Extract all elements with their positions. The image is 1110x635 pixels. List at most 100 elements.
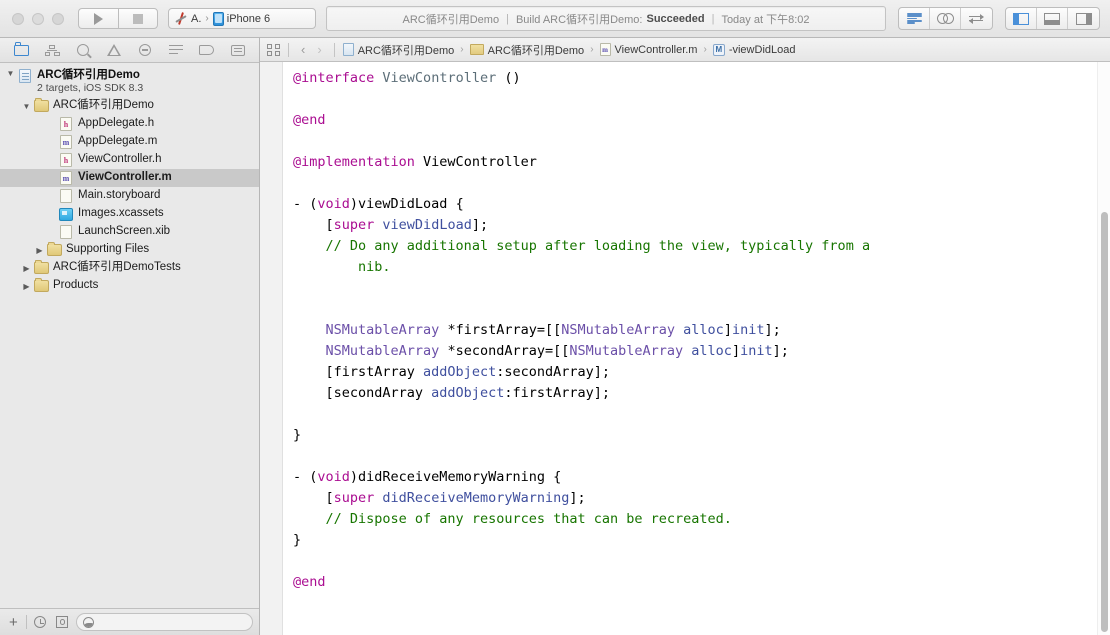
divider	[288, 42, 289, 57]
folder-icon	[46, 242, 62, 256]
filter-square-icon	[56, 616, 69, 628]
debug-area-toggle-button[interactable]	[1037, 8, 1068, 29]
utilities-toggle-button[interactable]	[1068, 8, 1099, 29]
navigator-toggle-button[interactable]	[1006, 8, 1037, 29]
standard-editor-button[interactable]	[899, 8, 930, 29]
vertical-scrollbar-thumb[interactable]	[1101, 212, 1108, 632]
traffic-lights	[12, 12, 64, 25]
tree-row[interactable]: h AppDelegate.h	[0, 115, 259, 133]
version-editor-button[interactable]	[961, 8, 992, 29]
breadcrumb-item-file[interactable]: m ViewController.m	[599, 43, 698, 56]
window-body: ARC循环引用Demo 2 targets, iOS SDK 8.3 ARC循环…	[0, 38, 1110, 635]
breadcrumb-item-group[interactable]: ARC循环引用Demo	[469, 42, 584, 58]
run-stop-group	[78, 8, 168, 29]
navigator-panel: ARC循环引用Demo 2 targets, iOS SDK 8.3 ARC循环…	[0, 38, 260, 635]
disclosure-triangle[interactable]	[20, 102, 33, 111]
right-panel-icon	[1075, 12, 1092, 25]
breadcrumb-item-method[interactable]: M -viewDidLoad	[712, 43, 796, 56]
folder-icon	[13, 42, 29, 56]
tree-row[interactable]: ARC循环引用Demo	[0, 97, 259, 115]
disclosure-triangle[interactable]	[4, 69, 17, 78]
tree-row[interactable]: Main.storyboard	[0, 187, 259, 205]
folder-icon	[33, 278, 49, 292]
implementation-file-icon: m	[58, 171, 74, 185]
storyboard-file-icon	[58, 189, 74, 203]
recent-files-filter-button[interactable]	[32, 614, 49, 631]
tree-item-label: LaunchScreen.xib	[78, 225, 171, 238]
speech-bubble-icon	[230, 44, 245, 56]
breadcrumb-label: -viewDidLoad	[728, 43, 796, 56]
navigate-forward-button[interactable]: ›	[313, 42, 325, 57]
filter-input[interactable]	[75, 613, 253, 631]
stop-button[interactable]	[118, 8, 158, 29]
minus-circle-icon	[138, 44, 151, 56]
xcassets-icon	[58, 207, 74, 221]
divider	[25, 615, 27, 629]
add-file-button[interactable]: +	[6, 615, 21, 630]
tree-row[interactable]: Supporting Files	[0, 241, 259, 259]
tree-item-label: ViewController.h	[78, 153, 162, 166]
lines-icon	[906, 13, 922, 24]
tree-item-label: Supporting Files	[66, 243, 150, 256]
breadcrumb-separator: ›	[460, 44, 464, 55]
navigate-back-button[interactable]: ‹	[297, 42, 309, 57]
assistant-editor-button[interactable]	[930, 8, 961, 29]
method-icon: M	[712, 43, 725, 56]
close-window-button[interactable]	[12, 12, 24, 25]
related-items-icon[interactable]	[267, 43, 280, 56]
project-subtitle: 2 targets, iOS SDK 8.3	[37, 82, 144, 94]
symbol-navigator-tab[interactable]	[41, 41, 63, 59]
breakpoint-navigator-tab[interactable]	[196, 41, 218, 59]
tree-item-label: ARC循环引用Demo	[53, 99, 154, 112]
tree-row-selected[interactable]: m ViewController.m	[0, 169, 259, 187]
zoom-window-button[interactable]	[52, 12, 64, 25]
run-button[interactable]	[78, 8, 118, 29]
tree-row[interactable]: Products	[0, 277, 259, 295]
disclosure-triangle[interactable]	[20, 282, 33, 291]
tree-row[interactable]: LaunchScreen.xib	[0, 223, 259, 241]
debug-navigator-tab[interactable]	[165, 41, 187, 59]
tree-row[interactable]: Images.xcassets	[0, 205, 259, 223]
tree-row[interactable]: ARC循环引用DemoTests	[0, 259, 259, 277]
status-separator-2: |	[711, 12, 715, 25]
filter-circle-icon	[82, 616, 94, 628]
test-navigator-tab[interactable]	[134, 41, 156, 59]
tree-item-label: Products	[53, 279, 99, 292]
status-action: Build ARC循环引用Demo:	[515, 13, 643, 26]
breadcrumb-item-project[interactable]: ARC循环引用Demo	[342, 42, 454, 58]
disclosure-triangle[interactable]	[33, 246, 46, 255]
tree-row[interactable]: m AppDelegate.m	[0, 133, 259, 151]
project-navigator-tab[interactable]	[10, 41, 32, 59]
report-navigator-tab[interactable]	[227, 41, 249, 59]
xcode-window: A. › iPhone 6 ARC循环引用Demo | Build ARC循环引…	[0, 0, 1110, 635]
find-navigator-tab[interactable]	[72, 41, 94, 59]
folder-icon	[33, 98, 49, 112]
breadcrumb-separator: ›	[590, 44, 594, 55]
project-file-tree[interactable]: ARC循环引用Demo 2 targets, iOS SDK 8.3 ARC循环…	[0, 63, 259, 608]
disclosure-triangle[interactable]	[20, 264, 33, 273]
window-toolbar: A. › iPhone 6 ARC循环引用Demo | Build ARC循环引…	[0, 0, 1110, 38]
source-code-view[interactable]: @interface ViewController () @end @imple…	[260, 62, 1110, 635]
tree-row-project-root[interactable]: ARC循环引用Demo 2 targets, iOS SDK 8.3	[0, 67, 259, 97]
minimize-window-button[interactable]	[32, 12, 44, 25]
header-file-icon: h	[58, 153, 74, 167]
breadcrumb-label: ViewController.m	[614, 43, 698, 56]
tree-item-label: Images.xcassets	[78, 207, 164, 220]
header-file-icon: h	[58, 117, 74, 131]
tree-row[interactable]: h ViewController.h	[0, 151, 259, 169]
source-control-filter-button[interactable]	[54, 614, 71, 631]
clock-icon	[34, 616, 47, 628]
folder-icon	[33, 260, 49, 274]
play-icon	[94, 12, 103, 25]
source-code-text[interactable]: @interface ViewController () @end @imple…	[283, 62, 1110, 635]
project-icon	[342, 43, 354, 56]
issue-navigator-tab[interactable]	[103, 41, 125, 59]
tree-item-label: Main.storyboard	[78, 189, 161, 202]
scheme-destination-selector[interactable]: A. › iPhone 6	[168, 8, 316, 29]
bottom-panel-icon	[1044, 12, 1060, 25]
search-icon	[77, 44, 90, 56]
status-separator-1: |	[506, 12, 509, 25]
folder-icon	[469, 44, 484, 55]
scheme-destination: iPhone 6	[226, 12, 271, 25]
xib-file-icon	[58, 225, 74, 239]
